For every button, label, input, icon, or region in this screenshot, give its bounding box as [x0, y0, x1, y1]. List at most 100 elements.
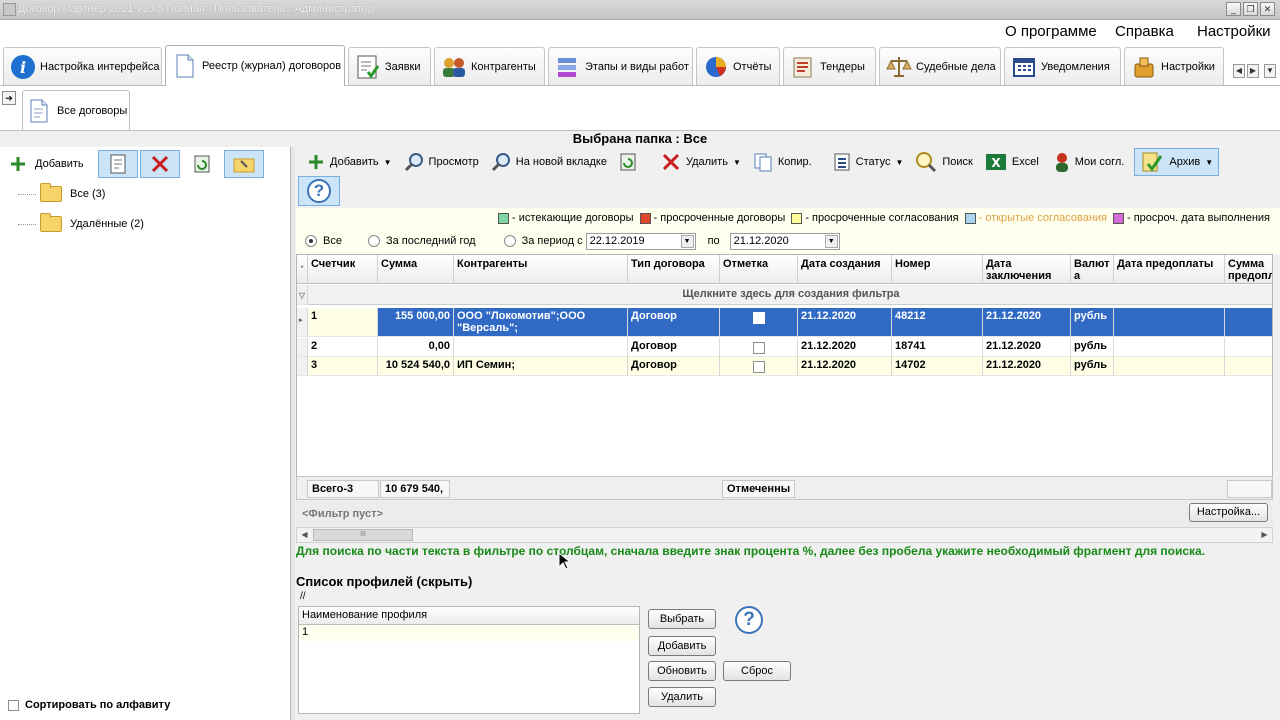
- tabs-menu-icon[interactable]: ▼: [1264, 64, 1276, 78]
- tab-contract-registry[interactable]: Реестр (журнал) договоров: [165, 45, 345, 86]
- col-number[interactable]: Номер: [892, 255, 983, 284]
- col-mark[interactable]: Отметка: [720, 255, 798, 284]
- grid-cell-created[interactable]: 21.12.2020: [798, 338, 892, 357]
- reset-profile-button[interactable]: Сброс: [723, 661, 791, 681]
- close-icon[interactable]: ✕: [1260, 2, 1275, 16]
- grid-cell-prepay-date[interactable]: [1114, 357, 1225, 376]
- refresh-profile-button[interactable]: Обновить: [648, 661, 716, 681]
- grid-cell-currency[interactable]: рубль: [1071, 338, 1114, 357]
- scroll-right-icon[interactable]: ▶: [1258, 529, 1271, 541]
- grid-cell-concluded[interactable]: 21.12.2020: [983, 357, 1071, 376]
- checkbox-box[interactable]: [8, 699, 19, 711]
- panel-toggle-icon[interactable]: ➔: [2, 91, 16, 105]
- grid-cell-currency[interactable]: рубль: [1071, 357, 1114, 376]
- excel-export-button[interactable]: X Excel: [979, 148, 1045, 176]
- row-selector[interactable]: [297, 357, 308, 376]
- refresh-button[interactable]: [613, 148, 648, 176]
- grid-cell-number[interactable]: 14702: [892, 357, 983, 376]
- tabs-scroll-left-icon[interactable]: ◀: [1233, 64, 1245, 78]
- tab-stages[interactable]: Этапы и виды работ: [548, 47, 693, 85]
- grid-cell-prepay-date[interactable]: [1114, 308, 1225, 337]
- filter-setup-button[interactable]: Настройка...: [1189, 503, 1268, 522]
- grid-cell-mark[interactable]: [720, 308, 798, 337]
- archive-button[interactable]: Архив ▼: [1134, 148, 1220, 176]
- refresh-folders-button[interactable]: [182, 150, 222, 178]
- delete-folder-button[interactable]: [140, 150, 180, 178]
- grid-cell-prepay-sum[interactable]: [1225, 338, 1272, 357]
- grid-cell-type[interactable]: Договор: [628, 338, 720, 357]
- tree-item-deleted[interactable]: Удалённые (2): [18, 213, 144, 232]
- grid-cell-number[interactable]: 48212: [892, 308, 983, 337]
- grid-cell-mark[interactable]: [720, 357, 798, 376]
- col-prepay-date[interactable]: Дата предоплаты: [1114, 255, 1225, 284]
- menu-about[interactable]: О программе: [1005, 23, 1097, 40]
- add-folder-button[interactable]: Добавить: [4, 150, 96, 178]
- horizontal-scrollbar[interactable]: ◀ III ▶: [296, 527, 1273, 543]
- grid-cell-prepay-date[interactable]: [1114, 338, 1225, 357]
- tab-interface-settings[interactable]: i Настройка интерфейса: [3, 47, 162, 85]
- col-contract-type[interactable]: Тип договора: [628, 255, 720, 284]
- grid-cell-type[interactable]: Договор: [628, 357, 720, 376]
- profiles-header[interactable]: Список профилей (скрыть): [296, 574, 472, 589]
- select-profile-button[interactable]: Выбрать: [648, 609, 716, 629]
- tabs-scroll-right-icon[interactable]: ▶: [1247, 64, 1259, 78]
- grid-cell-concluded[interactable]: 21.12.2020: [983, 308, 1071, 337]
- grid-cell-prepay-sum[interactable]: [1225, 308, 1272, 337]
- tab-court-cases[interactable]: Судебные дела: [879, 47, 1001, 85]
- maximize-icon[interactable]: ❐: [1243, 2, 1258, 16]
- grid-cell-counter[interactable]: 3: [308, 357, 378, 376]
- sort-alphabetically-checkbox[interactable]: Сортировать по алфавиту: [8, 699, 170, 711]
- row-selector[interactable]: [297, 338, 308, 357]
- date-to-field[interactable]: 21.12.2020 ▼: [729, 232, 840, 250]
- grid-cell-created[interactable]: 21.12.2020: [798, 308, 892, 337]
- mark-checkbox[interactable]: [752, 312, 765, 324]
- status-button[interactable]: Статус ▼: [818, 148, 910, 176]
- tab-settings[interactable]: Настройки: [1124, 47, 1224, 85]
- copy-button[interactable]: Копир.: [747, 148, 818, 176]
- edit-folder-button[interactable]: [98, 150, 138, 178]
- grid-cell-mark[interactable]: [720, 338, 798, 357]
- tab-counterparties[interactable]: Контрагенты: [434, 47, 545, 85]
- sub-tab-all-contracts[interactable]: Все договоры: [22, 90, 130, 130]
- mark-checkbox[interactable]: [752, 361, 765, 373]
- grid-cell-counter[interactable]: 1: [308, 308, 378, 337]
- add-profile-button[interactable]: Добавить: [648, 636, 716, 656]
- col-counterparties[interactable]: Контрагенты: [454, 255, 628, 284]
- chevron-down-icon[interactable]: ▼: [824, 234, 838, 248]
- menu-settings[interactable]: Настройки: [1197, 23, 1271, 40]
- create-filter-row[interactable]: Щелкните здесь для создания фильтра: [308, 285, 1272, 305]
- help-button[interactable]: ?: [298, 176, 340, 206]
- my-approvals-button[interactable]: Мои согл.: [1045, 148, 1131, 176]
- grid-cell-counterparty[interactable]: [454, 338, 628, 357]
- radio-period[interactable]: За период с: [503, 235, 583, 247]
- radio-all[interactable]: Все: [305, 235, 342, 247]
- scroll-thumb[interactable]: III: [313, 529, 413, 541]
- profiles-help-button[interactable]: ?: [735, 606, 763, 634]
- view-button[interactable]: Просмотр: [398, 148, 485, 176]
- radio-last-year[interactable]: За последний год: [367, 235, 476, 247]
- grid-cell-number[interactable]: 18741: [892, 338, 983, 357]
- grid-cell-counterparty[interactable]: ООО "Локомотив";ООО "Версаль";: [454, 308, 628, 337]
- tab-requests[interactable]: Заявки: [348, 47, 431, 85]
- grid-cell-currency[interactable]: рубль: [1071, 308, 1114, 337]
- date-from-field[interactable]: 22.12.2019 ▼: [585, 232, 696, 250]
- mark-checkbox[interactable]: [752, 342, 765, 354]
- tab-tenders[interactable]: Тендеры: [783, 47, 876, 85]
- grid-cell-sum[interactable]: 10 524 540,0: [378, 357, 454, 376]
- grid-cell-counter[interactable]: 2: [308, 338, 378, 357]
- delete-profile-button[interactable]: Удалить: [648, 687, 716, 707]
- chevron-down-icon[interactable]: ▼: [680, 234, 694, 248]
- grid-cell-created[interactable]: 21.12.2020: [798, 357, 892, 376]
- col-prepay-sum[interactable]: Сумма предопл: [1225, 255, 1272, 284]
- menu-help[interactable]: Справка: [1115, 23, 1174, 40]
- minimize-icon[interactable]: _: [1226, 2, 1241, 16]
- tab-notifications[interactable]: Уведомления: [1004, 47, 1121, 85]
- row-selector[interactable]: ▸: [297, 308, 308, 337]
- grid-cell-sum[interactable]: 0,00: [378, 338, 454, 357]
- grid-cell-counterparty[interactable]: ИП Семин;: [454, 357, 628, 376]
- folder-settings-button[interactable]: [224, 150, 264, 178]
- col-counter[interactable]: Счетчик: [308, 255, 378, 284]
- open-new-tab-button[interactable]: На новой вкладке: [485, 148, 613, 176]
- col-concluded[interactable]: Дата заключения: [983, 255, 1071, 284]
- add-contract-button[interactable]: Добавить ▼: [296, 148, 398, 176]
